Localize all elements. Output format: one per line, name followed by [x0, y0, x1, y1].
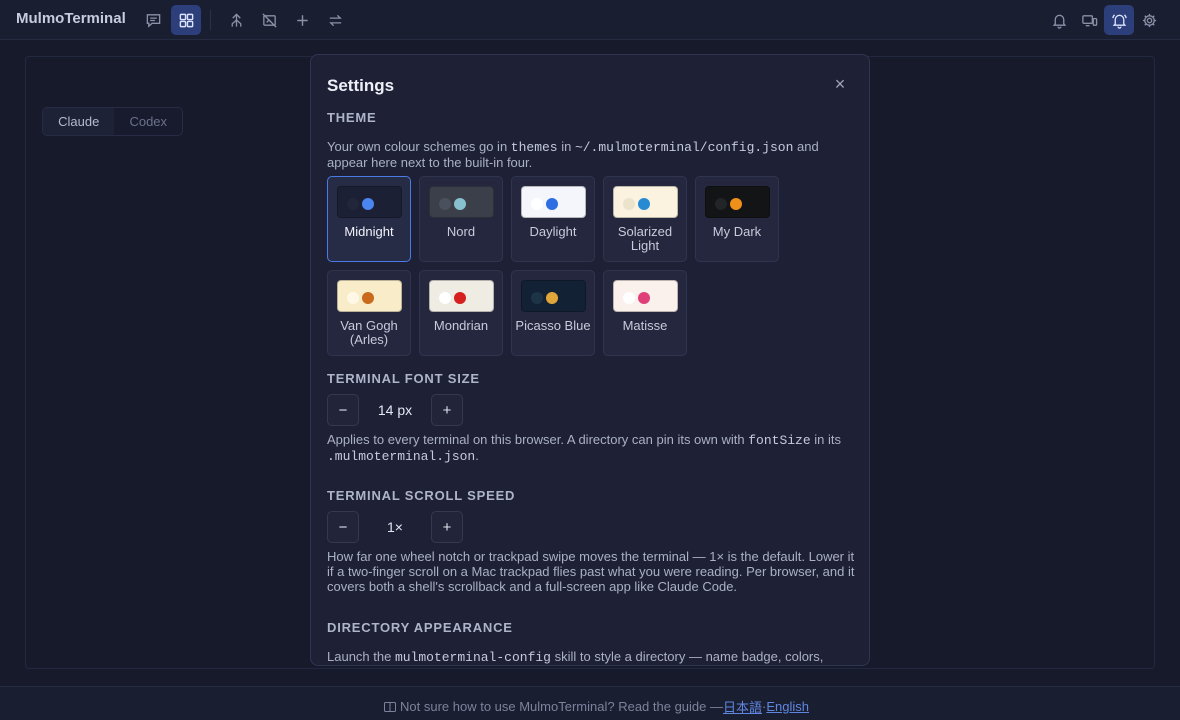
theme-accent-dot	[638, 198, 650, 210]
no-image-icon[interactable]	[254, 5, 284, 35]
theme-swatch	[613, 186, 678, 218]
theme-accent-dot	[730, 198, 742, 210]
theme-option-solarized-light[interactable]: Solarized Light	[603, 176, 687, 262]
theme-swatch-dot	[623, 198, 635, 210]
theme-accent-dot	[546, 292, 558, 304]
theme-swatch	[521, 280, 586, 312]
theme-name: Mondrian	[433, 318, 489, 333]
footer-text: Not sure how to use MulmoTerminal? Read …	[400, 699, 723, 714]
scroll-speed-decrease-button[interactable]: −	[327, 511, 359, 543]
font-size-value: 14 px	[377, 402, 413, 418]
theme-name: Picasso Blue	[515, 318, 591, 333]
tab-codex[interactable]: Codex	[114, 108, 182, 135]
scroll-speed-description: How far one wheel notch or trackpad swip…	[327, 549, 855, 594]
theme-description: Your own colour schemes go in themes in …	[327, 139, 819, 170]
theme-accent-dot	[638, 292, 650, 304]
theme-accent-dot	[362, 198, 374, 210]
theme-swatch-dot	[715, 198, 727, 210]
theme-name: Daylight	[529, 224, 577, 239]
scroll-speed-value: 1×	[387, 519, 403, 535]
guide-link-japanese[interactable]: 日本語	[723, 697, 762, 716]
theme-option-picasso-blue[interactable]: Picasso Blue	[511, 270, 595, 356]
theme-heading: THEME	[327, 110, 377, 125]
agent-tabs: Claude Codex	[42, 107, 183, 136]
theme-name: Solarized Light	[617, 224, 673, 253]
guide-footer: Not sure how to use MulmoTerminal? Read …	[0, 686, 1180, 720]
theme-accent-dot	[546, 198, 558, 210]
theme-name: Matisse	[622, 318, 668, 333]
bell-icon[interactable]	[1044, 5, 1074, 35]
scroll-speed-increase-button[interactable]: +	[431, 511, 463, 543]
theme-swatch	[613, 280, 678, 312]
font-size-decrease-button[interactable]: −	[327, 394, 359, 426]
theme-swatch-dot	[347, 198, 359, 210]
theme-option-van-gogh-arles[interactable]: Van Gogh (Arles)	[327, 270, 411, 356]
theme-option-matisse[interactable]: Matisse	[603, 270, 687, 356]
settings-dialog: Settings × THEME Your own colour schemes…	[310, 54, 870, 666]
theme-swatch	[337, 186, 402, 218]
directory-appearance-heading: DIRECTORY APPEARANCE	[327, 620, 513, 635]
tab-claude[interactable]: Claude	[43, 108, 115, 135]
font-size-increase-button[interactable]: +	[431, 394, 463, 426]
close-icon[interactable]: ×	[831, 75, 849, 93]
theme-name: Nord	[446, 224, 476, 239]
merge-icon[interactable]	[221, 5, 251, 35]
bell-ring-icon[interactable]	[1104, 5, 1134, 35]
theme-name: Van Gogh (Arles)	[340, 318, 398, 347]
theme-accent-dot	[454, 198, 466, 210]
theme-swatch-dot	[439, 198, 451, 210]
directory-appearance-description: Launch the mulmoterminal-config skill to…	[327, 649, 824, 665]
book-icon	[384, 701, 396, 712]
grid-icon[interactable]	[171, 5, 201, 35]
theme-swatch	[521, 186, 586, 218]
top-bar: MulmoTerminal	[0, 0, 1180, 40]
font-size-heading: TERMINAL FONT SIZE	[327, 371, 480, 386]
devices-icon[interactable]	[1074, 5, 1104, 35]
scroll-speed-heading: TERMINAL SCROLL SPEED	[327, 488, 516, 503]
toolbar-divider	[210, 10, 211, 30]
theme-option-nord[interactable]: Nord	[419, 176, 503, 262]
app-title: MulmoTerminal	[16, 10, 126, 27]
theme-name: Midnight	[344, 224, 394, 239]
theme-swatch	[429, 186, 494, 218]
theme-name: My Dark	[712, 224, 762, 239]
theme-accent-dot	[454, 292, 466, 304]
font-size-description: Applies to every terminal on this browse…	[327, 432, 842, 464]
swap-icon[interactable]	[320, 5, 350, 35]
theme-swatch	[705, 186, 770, 218]
gear-icon[interactable]	[1134, 5, 1164, 35]
theme-option-my-dark[interactable]: My Dark	[695, 176, 779, 262]
theme-accent-dot	[362, 292, 374, 304]
theme-swatch-dot	[531, 292, 543, 304]
theme-swatch	[429, 280, 494, 312]
theme-swatch-dot	[623, 292, 635, 304]
theme-swatch	[337, 280, 402, 312]
plus-icon[interactable]	[287, 5, 317, 35]
guide-link-english[interactable]: English	[766, 699, 809, 714]
theme-swatch-dot	[531, 198, 543, 210]
chat-icon[interactable]	[138, 5, 168, 35]
theme-swatch-dot	[439, 292, 451, 304]
settings-title: Settings	[327, 76, 395, 95]
theme-option-midnight[interactable]: Midnight	[327, 176, 411, 262]
theme-option-mondrian[interactable]: Mondrian	[419, 270, 503, 356]
theme-option-daylight[interactable]: Daylight	[511, 176, 595, 262]
theme-swatch-dot	[347, 292, 359, 304]
